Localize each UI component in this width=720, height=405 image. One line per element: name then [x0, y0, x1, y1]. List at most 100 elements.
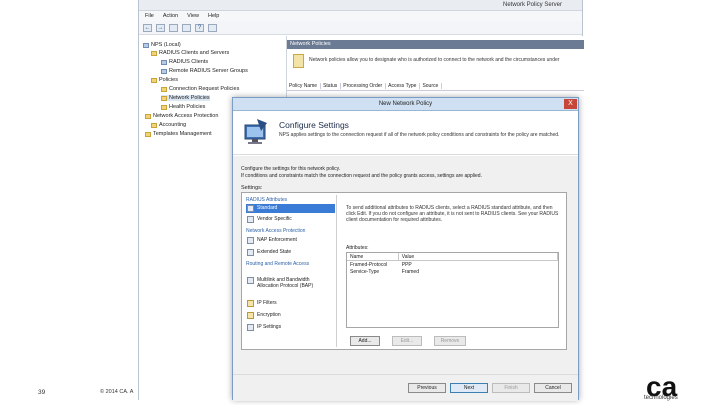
setting-encryption[interactable]: Encryption [246, 311, 335, 320]
folder-icon [151, 77, 157, 83]
tree-item-nps-local[interactable]: NPS (Local) [143, 42, 181, 48]
settings-pane: RADIUS Attributes Standard Vendor Specif… [241, 192, 567, 350]
attribute-name: Framed-Protocol [350, 262, 388, 268]
dialog-title: New Network Policy [378, 101, 433, 107]
policy-icon [161, 86, 167, 92]
setting-multilink-bap[interactable]: Multilink and Bandwidth Allocation Proto… [246, 276, 335, 290]
dialog-title-bar: New Network Policy [233, 98, 578, 111]
policy-columns-header: Policy Name Status Processing Order Acce… [287, 82, 584, 91]
group-network-access-protection: Network Access Protection [246, 228, 306, 234]
column-value[interactable]: Value [399, 253, 558, 261]
lock-icon [247, 312, 254, 319]
up-folder-icon[interactable] [169, 23, 178, 32]
remove-button[interactable]: Remove [434, 336, 466, 346]
nps-menu-bar: File Action View Help [139, 11, 582, 21]
setting-ip-filters[interactable]: IP Filters [246, 299, 335, 308]
tree-item-templates-management[interactable]: Templates Management [145, 131, 212, 137]
table-row[interactable]: Framed-Protocol PPP [347, 262, 558, 269]
edit-button[interactable]: Edit... [392, 336, 422, 346]
menu-help[interactable]: Help [208, 13, 219, 19]
tree-item-radius-clients-servers[interactable]: RADIUS Clients and Servers [151, 50, 229, 56]
attributes-label: Attributes: [346, 245, 369, 251]
properties-icon[interactable] [208, 23, 217, 32]
previous-button[interactable]: Previous [408, 383, 446, 393]
folder-icon [151, 50, 157, 56]
column-policy-name[interactable]: Policy Name [289, 83, 322, 89]
attribute-value: Framed [401, 269, 419, 275]
ip-filters-icon [247, 300, 254, 307]
setting-ip-settings[interactable]: IP Settings [246, 323, 335, 332]
tree-item-radius-clients[interactable]: RADIUS Clients [161, 59, 208, 65]
monitor-wizard-icon [244, 119, 267, 144]
back-arrow-icon[interactable]: ← [143, 23, 152, 32]
nps-toolbar: ← → ? [139, 21, 582, 35]
forward-arrow-icon[interactable]: → [156, 23, 165, 32]
settings-list: RADIUS Attributes Standard Vendor Specif… [244, 195, 337, 347]
policy-icon [161, 95, 167, 101]
client-icon [161, 59, 167, 65]
accounting-icon [151, 122, 157, 128]
multilink-icon [247, 277, 254, 284]
server-group-icon [161, 68, 167, 74]
finish-button[interactable]: Finish [492, 383, 530, 393]
add-button[interactable]: Add... [350, 336, 380, 346]
copyright-text: © 2014 CA. A [100, 389, 134, 395]
standard-attribute-icon [247, 205, 254, 212]
nps-title-bar: Network Policy Server [139, 0, 582, 11]
next-button[interactable]: Next [450, 383, 488, 393]
instructions: Configure the settings for this network … [241, 166, 571, 179]
attributes-header: Name Value [347, 253, 558, 261]
column-status[interactable]: Status [323, 83, 342, 89]
new-network-policy-dialog: New Network Policy X Configure Settings … [232, 97, 579, 401]
panel-header: Network Policies [287, 40, 584, 49]
tree-item-remote-server-groups[interactable]: Remote RADIUS Server Groups [161, 68, 248, 74]
dialog-banner: Configure Settings NPS applies settings … [233, 111, 578, 155]
group-routing-remote-access: Routing and Remote Access [246, 261, 310, 267]
policy-icon [161, 104, 167, 110]
ip-settings-icon [247, 324, 254, 331]
setting-standard[interactable]: Standard [246, 204, 335, 213]
close-icon[interactable]: X [564, 99, 577, 109]
column-source[interactable]: Source [422, 83, 443, 89]
table-row[interactable]: Service-Type Framed [347, 269, 558, 276]
cancel-button[interactable]: Cancel [534, 383, 572, 393]
slide-number: 39 [38, 389, 46, 396]
tree-item-connection-request-policies[interactable]: Connection Request Policies [161, 86, 239, 92]
extended-state-icon [247, 249, 254, 256]
attribute-value: PPP [401, 262, 412, 268]
setting-vendor-specific[interactable]: Vendor Specific [246, 215, 335, 224]
tree-item-accounting[interactable]: Accounting [151, 122, 186, 128]
menu-action[interactable]: Action [163, 13, 178, 19]
tree-item-policies[interactable]: Policies [151, 77, 178, 83]
settings-label: Settings: [241, 185, 263, 191]
dialog-heading: Configure Settings [279, 120, 349, 130]
setting-nap-enforcement[interactable]: NAP Enforcement [246, 236, 335, 245]
column-access-type[interactable]: Access Type [388, 83, 421, 89]
dialog-body: Configure the settings for this network … [233, 156, 578, 374]
folder-icon [145, 131, 151, 137]
tree-item-health-policies[interactable]: Health Policies [161, 104, 205, 110]
menu-view[interactable]: View [187, 13, 199, 19]
attributes-table: Name Value Framed-Protocol PPP Service-T… [346, 252, 559, 328]
group-radius-attributes: RADIUS Attributes [246, 197, 288, 203]
nap-enforcement-icon [247, 237, 254, 244]
vendor-attribute-icon [247, 216, 254, 223]
dialog-footer: Previous Next Finish Cancel [233, 374, 578, 401]
tree-item-network-policies[interactable]: Network Policies [161, 95, 210, 101]
folder-icon [145, 113, 151, 119]
help-icon[interactable]: ? [195, 23, 204, 32]
column-name[interactable]: Name [347, 253, 399, 261]
column-processing-order[interactable]: Processing Order [343, 83, 387, 89]
show-hide-tree-icon[interactable] [182, 23, 191, 32]
detail-description: To send additional attributes to RADIUS … [346, 205, 559, 223]
logo-tagline: technologies [644, 395, 678, 401]
instructions-line-2: If conditions and constraints match the … [241, 172, 482, 179]
server-icon [143, 42, 149, 48]
menu-file[interactable]: File [145, 13, 154, 19]
tree-item-network-access-protection[interactable]: Network Access Protection [145, 113, 218, 119]
dialog-subheading: NPS applies settings to the connection r… [279, 132, 560, 138]
nps-window-title: Network Policy Server [502, 2, 562, 8]
settings-detail: To send additional attributes to RADIUS … [342, 193, 566, 349]
panel-description: Network policies allow you to designate … [309, 57, 560, 63]
setting-extended-state[interactable]: Extended State [246, 248, 335, 257]
